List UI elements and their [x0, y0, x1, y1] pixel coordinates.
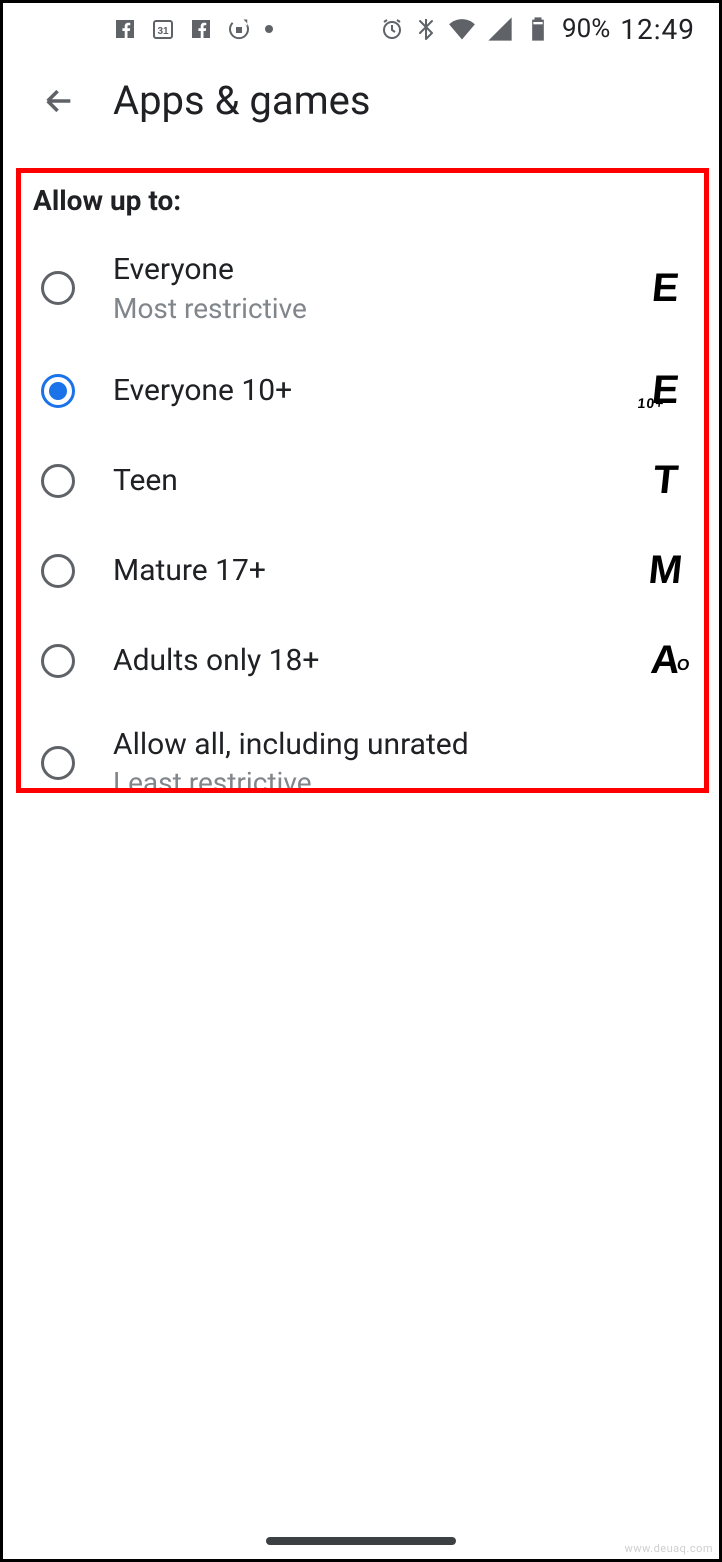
svg-text:31: 31 [157, 26, 169, 37]
esrb-everyone-icon: E [641, 266, 692, 311]
option-subtext: Most restrictive [113, 291, 643, 326]
status-bar: 31 90% 12:49 [3, 3, 719, 55]
page-title: Apps & games [113, 77, 371, 124]
option-label: Everyone [113, 251, 643, 289]
radio-button[interactable] [41, 746, 75, 780]
radio-button[interactable] [41, 464, 75, 498]
esrb-mature-icon: M [641, 548, 692, 593]
status-right: 90% 12:49 [380, 13, 695, 46]
radio-button[interactable] [41, 554, 75, 588]
calendar-icon: 31 [151, 17, 175, 41]
option-label: Mature 17+ [113, 552, 643, 590]
battery-percent: 90% [562, 14, 610, 44]
radio-button[interactable] [41, 374, 75, 408]
rating-option-list: Everyone Most restrictive E Everyone 10+… [3, 231, 719, 820]
option-subtext: Least restrictive [113, 765, 689, 800]
rating-option-teen[interactable]: Teen T [3, 436, 719, 526]
esrb-everyone-10-icon: E 10+ [641, 368, 692, 413]
esrb-adults-only-icon: A O [641, 638, 692, 683]
alarm-icon [380, 17, 404, 41]
option-label: Everyone 10+ [113, 372, 643, 410]
option-label: Teen [113, 462, 643, 500]
wifi-icon [448, 15, 476, 43]
rating-option-everyone[interactable]: Everyone Most restrictive E [3, 231, 719, 346]
rating-option-allow-all[interactable]: Allow all, including unrated Least restr… [3, 706, 719, 821]
rating-option-mature[interactable]: Mature 17+ M [3, 526, 719, 616]
more-notifications-dot-icon [265, 25, 273, 33]
badge-sub: O [676, 657, 691, 675]
rotate-lock-icon [227, 17, 251, 41]
option-label: Adults only 18+ [113, 642, 643, 680]
battery-icon [524, 15, 552, 43]
rating-option-everyone-10[interactable]: Everyone 10+ E 10+ [3, 346, 719, 436]
back-button[interactable] [41, 83, 77, 119]
rating-option-adults-only[interactable]: Adults only 18+ A O [3, 616, 719, 706]
gesture-nav-handle[interactable] [266, 1537, 456, 1545]
radio-button[interactable] [41, 271, 75, 305]
arrow-left-icon [42, 84, 76, 118]
content: Allow up to: Everyone Most restrictive E… [3, 150, 719, 820]
facebook-icon [113, 17, 137, 41]
bluetooth-icon [414, 17, 438, 41]
watermark: www.deuaq.com [625, 1542, 713, 1555]
radio-button[interactable] [41, 644, 75, 678]
esrb-teen-icon: T [641, 458, 692, 503]
badge-sub: 10+ [637, 395, 665, 411]
status-left: 31 [113, 17, 273, 41]
cellular-signal-icon [486, 15, 514, 43]
clock: 12:49 [620, 13, 695, 46]
app-bar: Apps & games [3, 55, 719, 150]
section-label: Allow up to: [3, 150, 719, 231]
option-label: Allow all, including unrated [113, 726, 689, 764]
facebook-icon [189, 17, 213, 41]
